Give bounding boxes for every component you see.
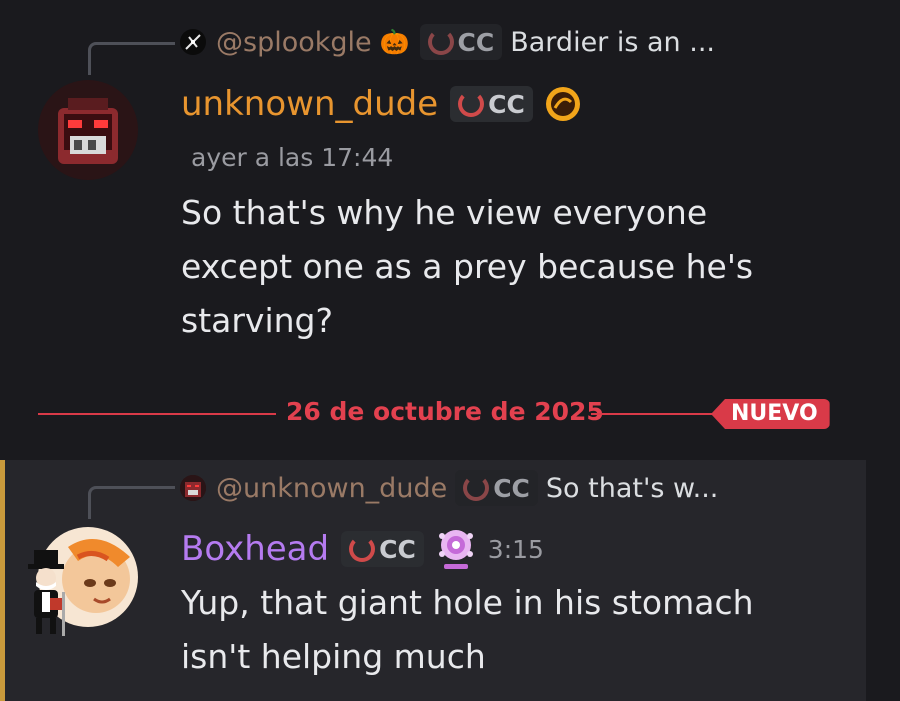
reply-connector (88, 42, 175, 75)
message-header: unknown_dude CC (181, 80, 581, 128)
reply-preview-text[interactable]: So that's w... (546, 473, 719, 504)
new-messages-divider-right (591, 413, 715, 415)
badge-icon (436, 526, 476, 572)
message-header: Boxhead CC 3:15 (181, 526, 544, 572)
message-timestamp: 3:15 (487, 534, 544, 564)
reply-author-tag-label: CC (457, 27, 495, 57)
avatar[interactable] (38, 80, 138, 180)
user-tag: CC (450, 86, 533, 122)
reply-author-avatar[interactable] (180, 475, 206, 501)
message-timestamp: ayer a las 17:44 (191, 143, 394, 172)
clan-icon (458, 91, 485, 117)
username[interactable]: Boxhead (181, 529, 329, 569)
clan-icon (463, 475, 490, 501)
username[interactable]: unknown_dude (181, 84, 438, 124)
robot-avatar-icon (180, 475, 206, 501)
pumpkin-icon: 🎃 (379, 28, 410, 56)
reply-preview[interactable]: @unknown_dude CC So that's w... (180, 468, 718, 508)
reply-preview[interactable]: @splookgle 🎃 CC Bardier is an ... (180, 22, 715, 62)
reply-author-tag-label: CC (493, 473, 530, 503)
clan-icon (427, 29, 454, 55)
reply-author-name[interactable]: @unknown_dude (216, 473, 447, 504)
reply-preview-text[interactable]: Bardier is an ... (510, 27, 715, 58)
reply-author-name[interactable]: @splookgle (216, 27, 372, 58)
user-tag: CC (341, 531, 424, 567)
date-divider-label: 26 de octubre de 2025 (286, 397, 604, 426)
monopoly-man-icon (28, 550, 65, 636)
new-messages-badge: NUEVO (711, 399, 830, 429)
reply-connector (88, 486, 175, 519)
message-text: Yup, that giant hole in his stomach isn'… (181, 583, 754, 676)
message-text: So that's why he view everyone except on… (181, 193, 754, 340)
reply-author-tag: CC (455, 470, 538, 506)
user-tag-label: CC (379, 534, 416, 564)
new-messages-divider-left (38, 413, 276, 415)
badge-icon (545, 86, 581, 122)
reply-author-avatar[interactable] (180, 29, 206, 55)
user-tag-label: CC (488, 89, 525, 119)
avatar-decoration (24, 548, 70, 638)
clan-icon (349, 536, 376, 562)
reply-author-tag: CC (419, 24, 503, 60)
sparkle-icon (180, 29, 206, 55)
robot-avatar-icon (38, 80, 138, 180)
